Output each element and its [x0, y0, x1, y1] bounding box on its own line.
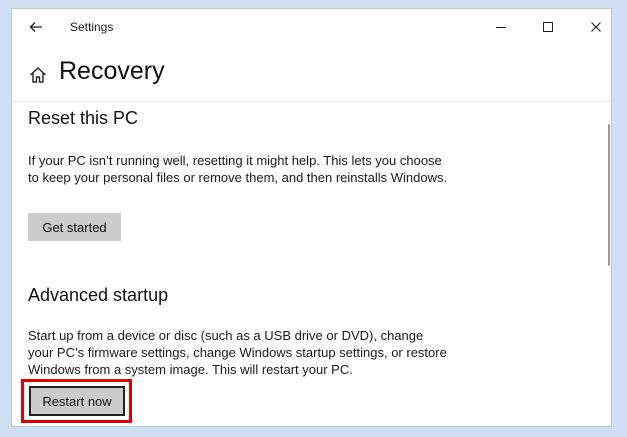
minimize-button[interactable]: [484, 13, 518, 41]
maximize-icon: [543, 22, 553, 32]
get-started-button[interactable]: Get started: [28, 213, 121, 241]
maximize-button[interactable]: [531, 13, 565, 41]
close-icon: [591, 22, 601, 32]
page-title: Recovery: [59, 57, 165, 85]
recovery-content: Reset this PC If your PC isn’t running w…: [21, 102, 588, 426]
advanced-startup-title: Advanced startup: [28, 285, 169, 305]
reset-section-title: Reset this PC: [28, 108, 139, 128]
back-arrow-icon: [29, 22, 42, 32]
page-header: Recovery: [12, 45, 611, 101]
close-button[interactable]: [579, 13, 611, 41]
restart-now-button[interactable]: Restart now: [29, 386, 125, 416]
advanced-startup-description: Start up from a device or disc (such as …: [28, 328, 447, 377]
settings-window: Settings Recovery Reset this PC If your …: [11, 8, 612, 427]
window-title: Settings: [70, 20, 114, 34]
reset-description: If your PC isn’t running well, resetting…: [28, 153, 448, 185]
scrollbar-thumb[interactable]: [608, 124, 610, 266]
back-button[interactable]: [22, 15, 50, 39]
title-bar: Settings: [12, 9, 611, 45]
home-icon[interactable]: [28, 65, 48, 85]
minimize-icon: [496, 27, 506, 28]
